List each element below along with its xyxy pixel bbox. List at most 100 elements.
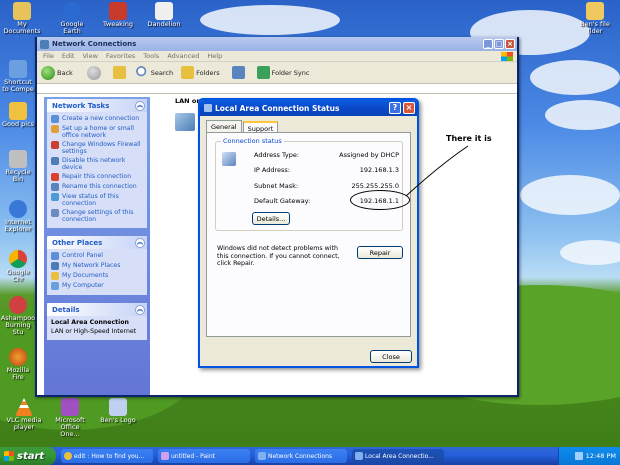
start-button[interactable]: start	[0, 447, 56, 465]
desktop-icon-google-chrome[interactable]: Google Chr	[0, 250, 36, 283]
back-label: Back	[57, 68, 73, 77]
menu-help[interactable]: Help	[207, 52, 222, 60]
task-label: untitled - Paint	[171, 452, 215, 460]
close-dialog-button[interactable]: Close	[370, 350, 412, 363]
desktop-icon-vlc[interactable]: VLC media player	[4, 398, 44, 431]
status-row-address-type: Address Type: Assigned by DHCP	[254, 151, 399, 159]
desktop-icon-label: Dandelion	[147, 20, 181, 28]
place-my-network-places[interactable]: My Network Places	[51, 262, 144, 270]
desktop-icon-label: Ben's file flder	[580, 20, 610, 35]
place-label: My Network Places	[62, 262, 121, 269]
details-header[interactable]: Details ︽	[47, 303, 147, 316]
desktop-icon-tweaking[interactable]: Tweaking	[98, 2, 138, 28]
menu-file[interactable]: File	[43, 52, 54, 60]
desktop-icon-recycle-bin[interactable]: Recycle Bin	[0, 150, 36, 183]
desktop-icon-label: Ashampoo Burning Stu	[0, 314, 36, 336]
collapse-chevron-icon[interactable]: ︽	[135, 237, 145, 248]
desktop-icon-google-earth[interactable]: Google Earth	[52, 2, 92, 35]
other-places-header[interactable]: Other Places ︽	[47, 236, 147, 249]
task-disable-device[interactable]: Disable this network device	[51, 157, 144, 171]
help-button[interactable]: ?	[389, 102, 401, 114]
computer-icon	[9, 60, 27, 78]
menu-advanced[interactable]: Advanced	[167, 52, 199, 60]
desktop-icon-label: Good pics	[1, 120, 35, 128]
network-icon	[258, 452, 266, 460]
dialog-titlebar[interactable]: Local Area Connection Status ? ×	[200, 100, 417, 116]
address-bar[interactable]	[37, 84, 517, 94]
taskbar-item-browser[interactable]: edit : How to find you...	[61, 449, 153, 463]
taskbar: start edit : How to find you... untitled…	[0, 447, 620, 465]
menu-edit[interactable]: Edit	[62, 52, 75, 60]
maximize-button[interactable]: □	[494, 39, 504, 49]
row-value: 255.255.255.0	[351, 182, 399, 190]
collapse-chevron-icon[interactable]: ︽	[135, 304, 145, 315]
menu-tools[interactable]: Tools	[143, 52, 159, 60]
settings-icon	[51, 209, 59, 217]
taskbar-item-local-area-connection[interactable]: Local Area Connectio...	[352, 449, 444, 463]
task-label: Change Windows Firewall settings	[62, 141, 141, 155]
other-places-panel: Other Places ︽ Control Panel My Network …	[47, 236, 147, 295]
menu-favorites[interactable]: Favorites	[106, 52, 135, 60]
search-button[interactable]: Search	[135, 66, 173, 79]
up-folder-icon[interactable]	[112, 66, 126, 79]
desktop-icon-good-pics[interactable]: Good pics	[0, 102, 36, 128]
app-icon	[109, 2, 127, 20]
desktop-icon-office-onenote[interactable]: Microsoft Office One...	[50, 398, 90, 438]
details-type: LAN or High-Speed Internet	[51, 328, 144, 335]
close-button[interactable]: ×	[505, 39, 515, 49]
desktop-icon-bens-logo[interactable]: Ben's Logo	[98, 398, 138, 424]
task-view-status[interactable]: View status of this connection	[51, 193, 144, 207]
back-button[interactable]: Back	[41, 65, 73, 80]
folder-sync-label: Folder Sync	[271, 68, 310, 77]
image-file-icon	[109, 398, 127, 416]
details-button[interactable]: Details...	[252, 212, 290, 225]
row-value: 192.168.1.3	[359, 166, 399, 174]
forward-button[interactable]	[86, 65, 101, 80]
desktop-icon-ashampoo[interactable]: Ashampoo Burning Stu	[0, 296, 36, 336]
folders-button[interactable]: Folders	[181, 66, 220, 79]
desktop-icon-my-documents[interactable]: My Documents	[2, 2, 42, 35]
desktop-icon-dandelion[interactable]: Dandelion	[144, 2, 184, 28]
network-tray-icon[interactable]	[574, 452, 583, 460]
firefox-icon	[9, 348, 27, 366]
place-control-panel[interactable]: Control Panel	[51, 252, 144, 260]
dialog-close-button[interactable]: ×	[403, 102, 415, 114]
views-icon[interactable]	[231, 66, 245, 79]
place-my-computer[interactable]: My Computer	[51, 282, 144, 290]
task-rename-connection[interactable]: Rename this connection	[51, 183, 144, 191]
network-tasks-header[interactable]: Network Tasks ︽	[47, 99, 147, 112]
group-label: Connection status	[221, 137, 284, 145]
explorer-titlebar[interactable]: Network Connections _ □ ×	[37, 37, 517, 51]
task-firewall-settings[interactable]: Change Windows Firewall settings	[51, 141, 144, 155]
clock[interactable]: 12:48 PM	[586, 452, 616, 460]
desktop-icon-label: Ben's Logo	[100, 416, 136, 424]
task-change-settings[interactable]: Change settings of this connection	[51, 209, 144, 223]
rename-icon	[51, 183, 59, 191]
taskbar-item-network-connections[interactable]: Network Connections	[255, 449, 347, 463]
place-my-documents[interactable]: My Documents	[51, 272, 144, 280]
menu-bar: File Edit View Favorites Tools Advanced …	[37, 51, 517, 62]
taskbar-item-paint[interactable]: untitled - Paint	[158, 449, 250, 463]
desktop-icon-shortcut[interactable]: Shortcut to Compe	[0, 60, 36, 93]
menu-view[interactable]: View	[82, 52, 97, 60]
folder-icon	[586, 2, 604, 20]
desktop-icon-bens-folder[interactable]: Ben's file flder	[575, 2, 615, 35]
windows-logo-icon	[501, 51, 513, 61]
desktop-icon-mozilla-firefox[interactable]: Mozilla Fire	[0, 348, 36, 381]
disc-icon	[9, 296, 27, 314]
details-name: Local Area Connection	[51, 319, 144, 326]
folder-sync-button[interactable]: Folder Sync	[256, 66, 310, 79]
local-area-connection-icon[interactable]	[175, 113, 195, 131]
collapse-chevron-icon[interactable]: ︽	[135, 100, 145, 111]
place-label: My Computer	[62, 282, 104, 289]
task-label: Rename this connection	[62, 183, 137, 190]
task-repair-connection[interactable]: Repair this connection	[51, 173, 144, 181]
computer-icon	[51, 282, 59, 290]
dialog-title: Local Area Connection Status	[215, 103, 340, 113]
minimize-button[interactable]: _	[483, 39, 493, 49]
repair-button[interactable]: Repair	[357, 246, 403, 259]
desktop-icon-internet-explorer[interactable]: Internet Explorer	[0, 200, 36, 233]
task-setup-network[interactable]: Set up a home or small office network	[51, 125, 144, 139]
desktop-icon-label: My Documents	[3, 20, 41, 35]
task-create-connection[interactable]: Create a new connection	[51, 115, 144, 123]
